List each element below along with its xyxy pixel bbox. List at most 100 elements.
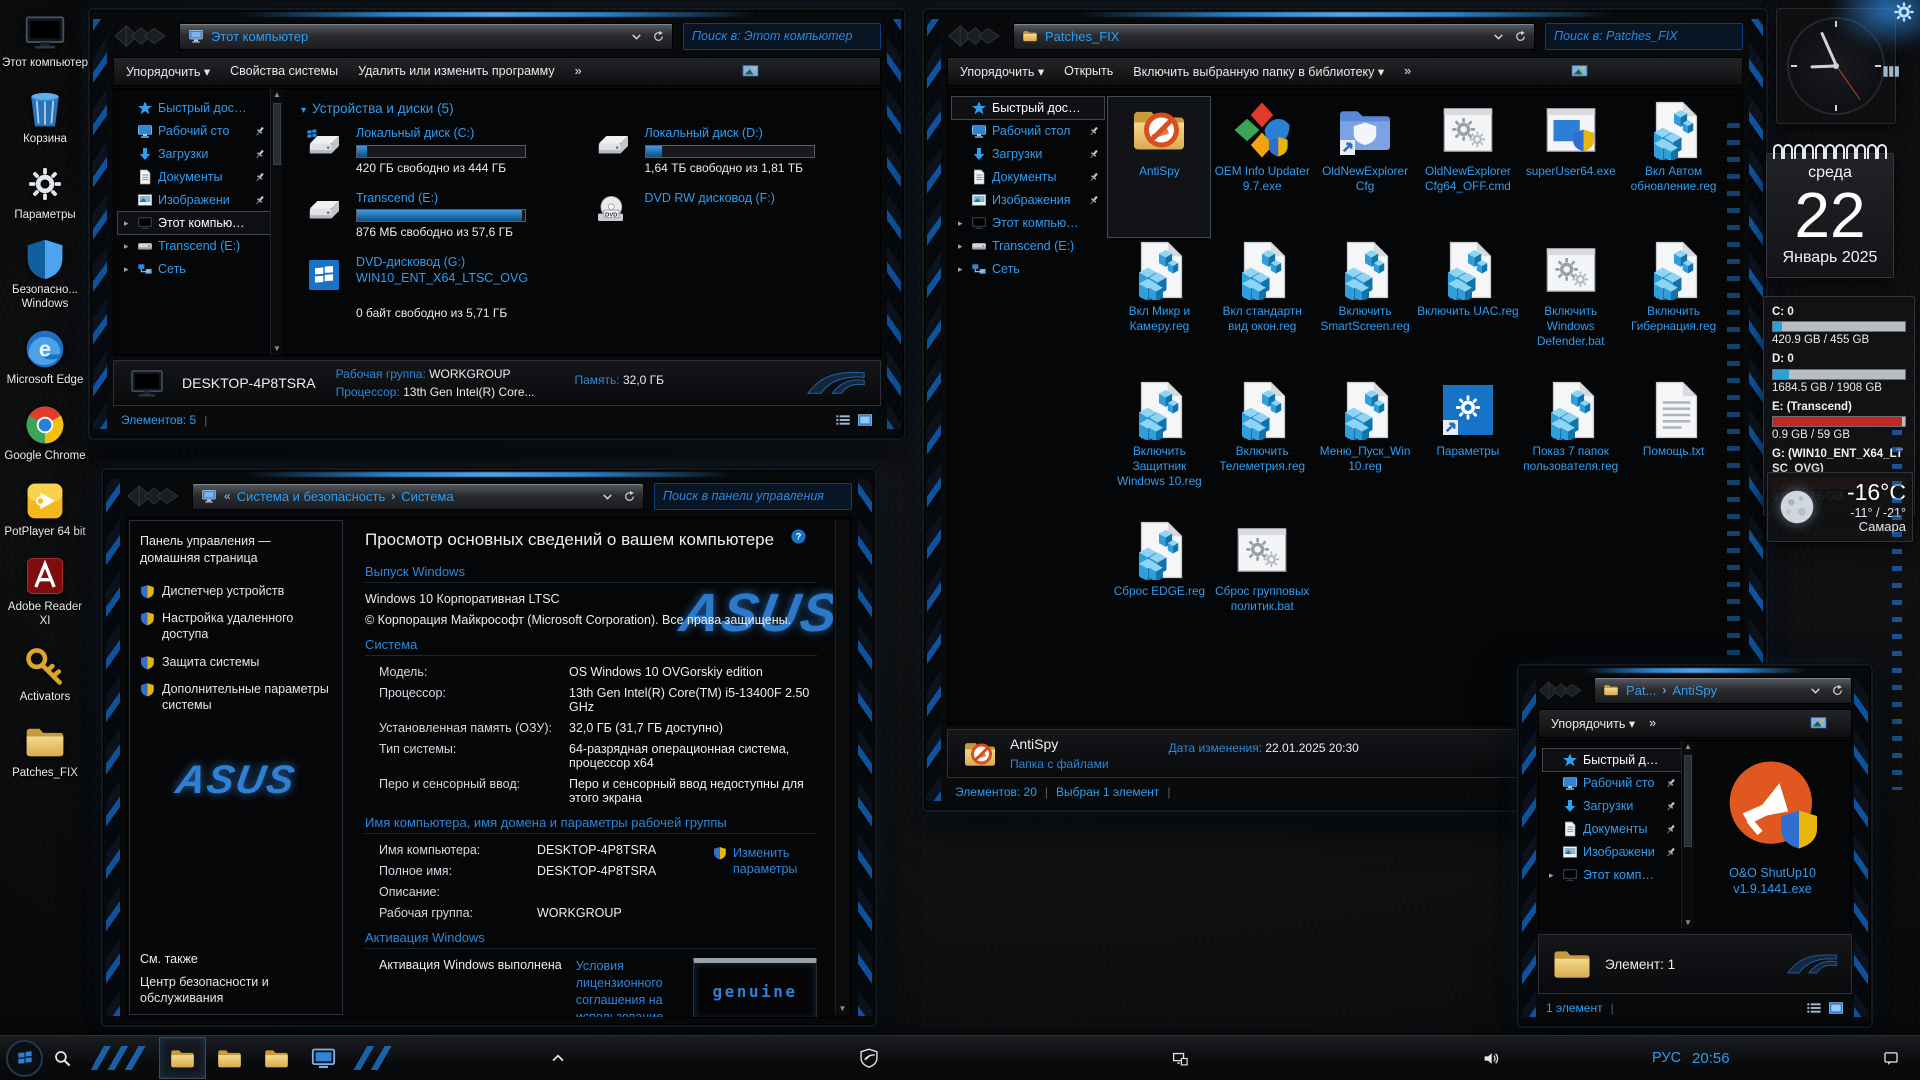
drive-item[interactable]: Transcend (E:) 876 МБ свободно из 57,6 Г… xyxy=(301,191,582,240)
sidebar-item[interactable]: Быстрый доступ xyxy=(118,97,270,119)
file-tile[interactable]: Включить UAC.reg xyxy=(1417,237,1519,377)
file-tile[interactable]: Включить Телеметрия.reg xyxy=(1211,377,1313,517)
address-bar[interactable]: Этот компьютер xyxy=(179,23,673,50)
sidebar-item[interactable]: ▸ Transcend (E:) xyxy=(952,235,1104,257)
chevron-down-icon[interactable] xyxy=(601,490,614,503)
file-tile[interactable]: AntiSpy xyxy=(1108,97,1210,237)
scrollbar-thumb[interactable] xyxy=(1684,755,1692,847)
sidebar-item[interactable]: ▸ Сеть xyxy=(118,258,270,280)
sidebar-item[interactable]: ▸ Сеть xyxy=(952,258,1104,280)
show-hidden-icons-chevron[interactable] xyxy=(408,1050,708,1067)
desktop-icon[interactable]: Microsoft Edge xyxy=(2,327,88,388)
scrollbar-thumb[interactable] xyxy=(273,103,281,165)
sidebar-item[interactable]: Загрузки xyxy=(118,143,270,165)
chevron-down-icon[interactable] xyxy=(1809,684,1822,697)
start-button[interactable] xyxy=(6,1040,43,1077)
titlebar[interactable]: Этот компьютер Поиск в: Этот компьютер xyxy=(113,17,881,55)
action-center-icon[interactable] xyxy=(1741,1050,1920,1067)
scroll-down-arrow[interactable]: ▼ xyxy=(271,343,283,355)
taskbar-app-button[interactable] xyxy=(159,1037,206,1079)
file-tile[interactable]: Сброс групповых политик.bat xyxy=(1211,517,1313,657)
sidebar-item[interactable]: Документы xyxy=(1543,818,1681,840)
views-icon[interactable] xyxy=(602,64,902,79)
list-view-icon[interactable] xyxy=(1806,1001,1822,1015)
volume-tray-icon[interactable] xyxy=(1341,1050,1641,1067)
expander-arrow[interactable]: ▸ xyxy=(958,218,966,229)
list-view-icon[interactable] xyxy=(835,413,851,427)
desktop-icon[interactable]: Этот компьютер xyxy=(2,10,88,71)
scroll-up-arrow[interactable]: ▲ xyxy=(1682,741,1694,753)
columns-icon[interactable] xyxy=(1741,64,1920,79)
file-tile[interactable]: OldNewExplorer Cfg xyxy=(1314,97,1416,237)
sidebar-item[interactable]: Рабочий сто xyxy=(118,120,270,142)
file-tile[interactable]: Вкл Микр и Камеру.reg xyxy=(1108,237,1210,377)
scroll-down-arrow[interactable]: ▼ xyxy=(1682,917,1694,929)
search-input[interactable]: Поиск в панели управления xyxy=(654,483,852,510)
breadcrumb-category[interactable]: Система и безопасность xyxy=(237,489,386,504)
window-scrollbar[interactable]: ▼ xyxy=(835,520,849,1015)
titlebar[interactable]: Patches_FIX Поиск в: Patches_FIX xyxy=(947,17,1743,55)
file-tile[interactable]: superUser64.exe xyxy=(1520,97,1622,237)
thumbnail-view-icon[interactable] xyxy=(1828,1001,1844,1015)
drive-item[interactable]: DVD RW дисковод (F:) xyxy=(590,191,871,240)
thumbnail-view-icon[interactable] xyxy=(857,413,873,427)
file-tile[interactable]: Вкл стандартн вид окон.reg xyxy=(1211,237,1313,377)
expander-arrow[interactable]: ▸ xyxy=(958,264,966,275)
views-icon[interactable] xyxy=(1431,64,1731,79)
file-tile[interactable]: Показ 7 папок пользователя.reg xyxy=(1520,377,1622,517)
address-bar[interactable]: Pat... › AntiSpy xyxy=(1594,677,1852,704)
language-indicator[interactable]: РУС xyxy=(1652,1050,1681,1066)
file-tile[interactable]: Сброс EDGE.reg xyxy=(1108,517,1210,657)
toolbar-button[interactable]: Открыть xyxy=(1064,64,1113,79)
sidebar-item[interactable]: ▸ Этот компьютер xyxy=(1543,864,1681,886)
file-tile[interactable]: Включить SmartScreen.reg xyxy=(1314,237,1416,377)
breadcrumb-page[interactable]: Система xyxy=(401,489,453,504)
sidebar-item[interactable]: Изображени xyxy=(1543,841,1681,863)
refresh-icon[interactable] xyxy=(1831,684,1844,697)
taskbar-app-button[interactable] xyxy=(206,1037,253,1079)
file-name[interactable]: O&O ShutUp10 v1.9.1441.exe xyxy=(1708,865,1838,898)
sidebar-item[interactable]: ▸ Этот компьютер xyxy=(118,212,270,234)
sidebar-item[interactable]: Быстрый доступ xyxy=(952,97,1104,119)
nav-link[interactable]: Настройка удаленного доступа xyxy=(140,610,332,643)
sidebar-item[interactable]: ▸ Этот компьютер xyxy=(952,212,1104,234)
taskbar-app-button[interactable] xyxy=(300,1037,347,1079)
sidebar-item[interactable]: Документы xyxy=(118,166,270,188)
sidebar-item[interactable]: Рабочий стол xyxy=(952,120,1104,142)
breadcrumb-parent[interactable]: Pat... xyxy=(1626,683,1656,698)
sidebar-scrollbar[interactable]: ▲ ▼ xyxy=(1681,741,1694,929)
file-tile[interactable]: Помощь.txt xyxy=(1623,377,1725,517)
desktop-icon[interactable]: Adobe Reader XI xyxy=(2,554,88,629)
toolbar-button[interactable]: » xyxy=(1649,716,1656,731)
nav-link[interactable]: Дополнительные параметры системы xyxy=(140,681,332,714)
desktop-icon[interactable]: Patches_FIX xyxy=(2,720,88,781)
refresh-icon[interactable] xyxy=(1514,30,1527,43)
file-area-scrollbar[interactable] xyxy=(1727,123,1740,684)
scroll-up-arrow[interactable]: ▲ xyxy=(271,89,283,101)
file-tile[interactable]: Включить Windows Defender.bat xyxy=(1520,237,1622,377)
file-tile[interactable]: OEM Info Updater 9.7.exe xyxy=(1211,97,1313,237)
chevron-down-icon[interactable] xyxy=(630,30,643,43)
desktop-icon[interactable]: Параметры xyxy=(2,162,88,223)
drive-item[interactable]: Локальный диск (C:) 420 ГБ свободно из 4… xyxy=(301,126,582,175)
nav-link[interactable]: Защита системы xyxy=(140,654,332,670)
desktop-icon[interactable]: Google Chrome xyxy=(2,403,88,464)
chevron-down-icon[interactable] xyxy=(1492,30,1505,43)
change-settings-link[interactable]: Изменить параметры xyxy=(713,845,799,878)
file-tile[interactable]: Меню_Пуск_Win 10.reg xyxy=(1314,377,1416,517)
desktop-icon[interactable]: Безопасно... Windows xyxy=(2,237,88,312)
scroll-down-arrow[interactable]: ▼ xyxy=(836,1003,849,1015)
sidebar-item[interactable]: ▸ Transcend (E:) xyxy=(118,235,270,257)
license-terms-link[interactable]: Условия лицензионного соглашения на испо… xyxy=(576,958,679,1017)
back-chevrons[interactable]: « xyxy=(224,489,231,503)
desktop-icon[interactable]: Корзина xyxy=(2,86,88,147)
rog-shield-tray-icon[interactable] xyxy=(719,1048,1019,1068)
sidebar-item[interactable]: Загрузки xyxy=(1543,795,1681,817)
titlebar[interactable]: « Система и безопасность › Система Поиск… xyxy=(126,477,852,515)
see-also-link[interactable]: Центр безопасности и обслуживания xyxy=(140,974,332,1007)
nav-link[interactable]: Диспетчер устройств xyxy=(140,583,332,599)
network-tray-icon[interactable] xyxy=(1030,1050,1330,1067)
taskbar-app-button[interactable] xyxy=(253,1037,300,1079)
toolbar-button[interactable]: » xyxy=(1404,64,1411,79)
file-tile[interactable]: OldNewExplorer Cfg64_OFF.cmd xyxy=(1417,97,1519,237)
